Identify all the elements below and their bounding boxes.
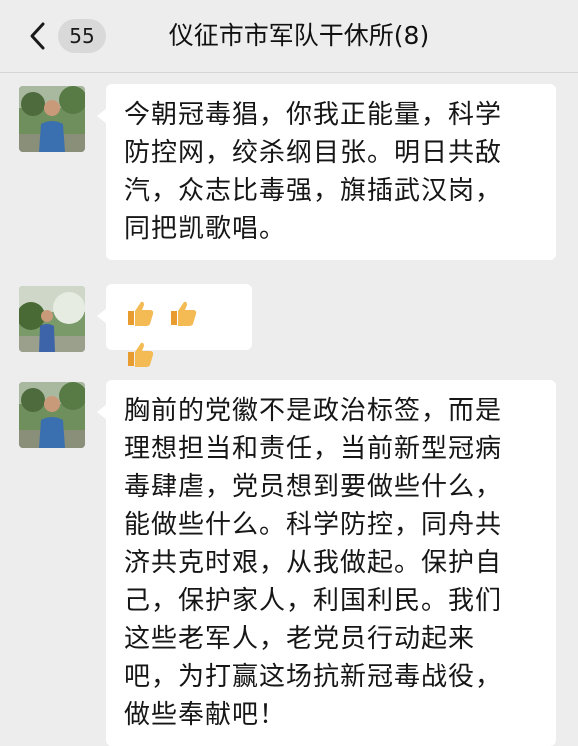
avatar-photo: [19, 382, 85, 448]
chat-header: 55 仪征市市军队干休所(8): [0, 0, 578, 73]
avatar-photo: [19, 86, 85, 152]
avatar[interactable]: [19, 286, 85, 352]
message-line: 能做些什么。科学防控，同舟共: [124, 510, 503, 540]
avatar[interactable]: [19, 382, 85, 448]
message-line: 理想担当和责任，当前新型冠病: [124, 434, 503, 464]
message-line: 吧，为打赢这场抗新冠毒战役，: [124, 662, 503, 692]
message-bubble[interactable]: 今朝冠毒猖，你我正能量，科学 防控网，绞杀纲目张。明日共敌 汽，众志比毒强，旗插…: [97, 84, 556, 260]
avatar-photo: [19, 286, 85, 352]
message-line: 防控网，绞杀纲目张。明日共敌: [124, 138, 503, 168]
message-line: 今朝冠毒猖，你我正能量，科学: [124, 100, 503, 130]
thumbs-up-emoji: [124, 301, 198, 377]
message-line: 济共克时艰，从我做起。保护自: [124, 548, 503, 578]
message-bubble[interactable]: 胸前的党徽不是政治标签，而是 理想担当和责任，当前新型冠病 毒肆虐，党员想到要做…: [97, 380, 556, 746]
message-line: 毒肆虐，党员想到要做些什么，: [124, 472, 503, 502]
message-line: 做些奉献吧！: [124, 700, 287, 730]
message-line: 汽，众志比毒强，旗插武汉岗，: [124, 176, 503, 206]
thumbs-up-icon: [170, 301, 196, 326]
chat-title: 仪征市市军队干休所(8): [168, 21, 430, 50]
message-line: 同把凯歌唱。: [124, 214, 287, 244]
avatar[interactable]: [19, 86, 85, 152]
thumbs-up-icon: [128, 301, 154, 326]
message-line: 己，保护家人，利国利民。我们: [124, 586, 503, 616]
message-bubble[interactable]: [97, 284, 252, 367]
message-line: 胸前的党徽不是政治标签，而是: [124, 396, 503, 426]
thumbs-up-icon: [128, 342, 154, 367]
message-line: 这些老军人，老党员行动起来: [124, 624, 476, 654]
